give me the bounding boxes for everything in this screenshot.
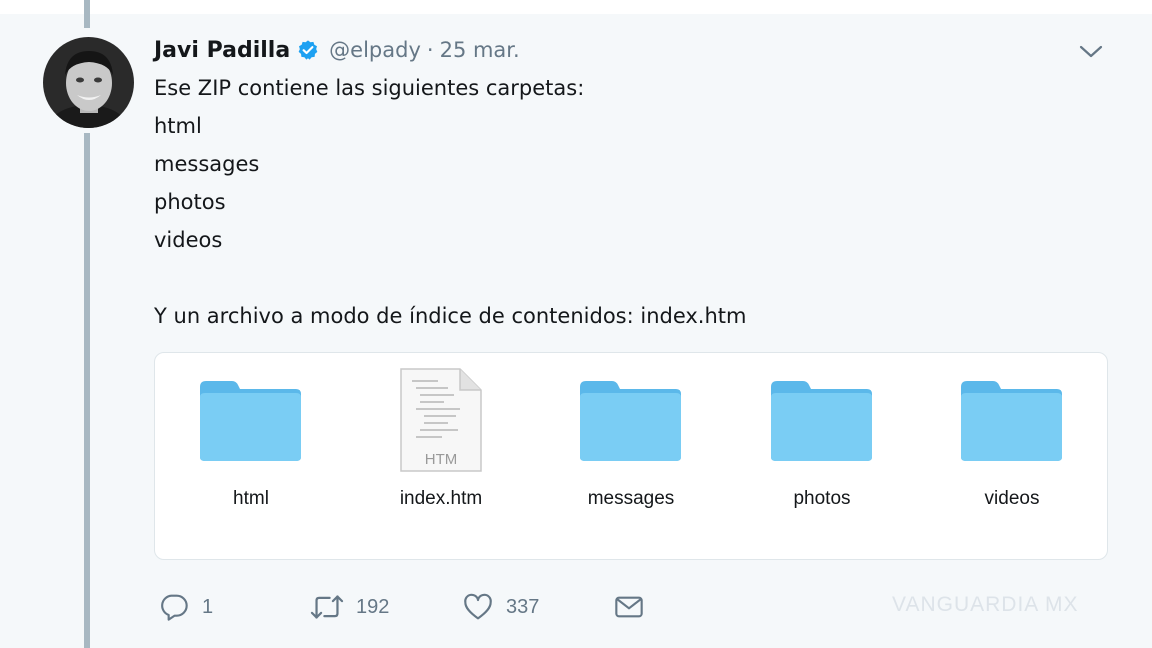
folder-icon	[580, 381, 681, 461]
folder-item-videos: videos	[937, 353, 1087, 561]
like-count: 337	[506, 595, 540, 618]
previous-tweet-area	[0, 0, 1152, 14]
file-label: html	[233, 488, 269, 509]
folder-icon	[200, 381, 301, 461]
retweet-count: 192	[356, 595, 390, 618]
file-label: videos	[984, 488, 1040, 509]
header-separator: ·	[426, 38, 434, 62]
folder-item-messages: messages	[556, 353, 706, 561]
heart-icon	[464, 593, 492, 620]
tweet-text-line: videos	[154, 228, 223, 252]
folder-item-html: html	[176, 353, 326, 561]
thread-line	[84, 133, 90, 648]
reply-button[interactable]: 1	[158, 587, 213, 627]
watermark: VANGUARDIA MX	[892, 593, 1079, 616]
folder-item-photos: photos	[747, 353, 897, 561]
reply-icon	[161, 594, 188, 621]
media-attachment[interactable]: html HTM index.htm messages photos video…	[154, 352, 1108, 560]
tweet-text-line: Y un archivo a modo de índice de conteni…	[154, 304, 747, 328]
tweet-text-line: messages	[154, 152, 260, 176]
retweet-icon	[310, 595, 344, 619]
file-label: index.htm	[399, 488, 483, 509]
tweet-date[interactable]: 25 mar.	[440, 38, 520, 62]
tweet-header: Javi Padilla @elpady · 25 mar.	[154, 34, 520, 66]
thread-line	[84, 0, 90, 28]
file-item-index: HTM index.htm	[366, 353, 516, 561]
like-button[interactable]: 337	[462, 587, 539, 627]
folder-icon	[961, 381, 1062, 461]
author-handle[interactable]: @elpady	[329, 38, 421, 62]
folder-icon	[771, 381, 872, 461]
avatar[interactable]	[43, 37, 134, 128]
file-type-badge: HTM	[424, 451, 458, 468]
tweet-text-line: photos	[154, 190, 226, 214]
envelope-icon	[615, 596, 643, 618]
verified-badge-icon	[297, 39, 319, 61]
reply-count: 1	[202, 595, 214, 618]
direct-message-button[interactable]	[613, 587, 645, 627]
file-label: messages	[587, 488, 675, 509]
chevron-down-icon[interactable]	[1076, 41, 1106, 63]
tweet-text-line: Ese ZIP contiene las siguientes carpetas…	[154, 76, 585, 100]
author-name[interactable]: Javi Padilla	[154, 38, 290, 63]
tweet-text-line: html	[154, 114, 202, 138]
file-label: photos	[793, 488, 851, 509]
retweet-button[interactable]: 192	[310, 587, 389, 627]
